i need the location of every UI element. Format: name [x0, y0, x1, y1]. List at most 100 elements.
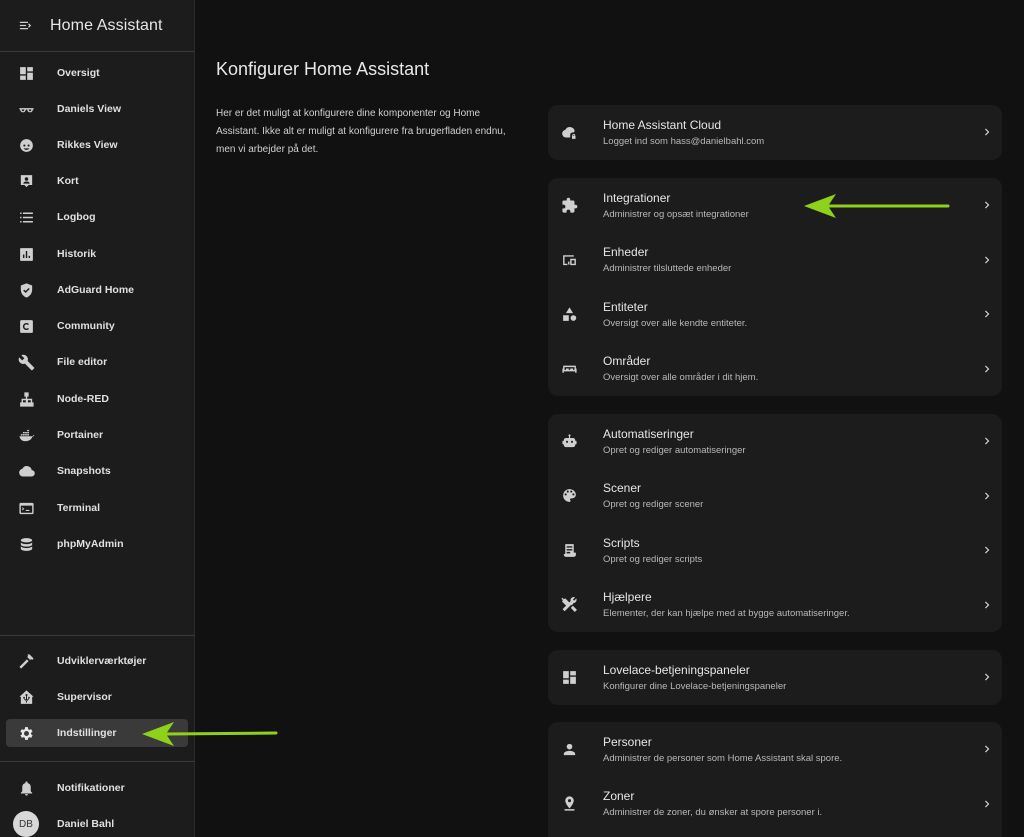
card-devices-services: Integrationer Administrer og opsæt integ…: [548, 178, 1002, 396]
sitemap-icon: [19, 391, 34, 407]
row-title: Zoner: [603, 789, 635, 804]
row-scener[interactable]: Scener Opret og rediger scener: [548, 469, 1002, 524]
card-cloud: Home Assistant Cloud Logget ind som hass…: [548, 105, 1002, 160]
card-persons-zones: Personer Administrer de personer som Hom…: [548, 722, 1002, 837]
row-automatiseringer[interactable]: Automatiseringer Opret og rediger automa…: [548, 414, 1002, 469]
row-home-assistant-cloud[interactable]: Home Assistant Cloud Logget ind som hass…: [548, 105, 1002, 160]
sidebar-item-label: Rikkes View: [57, 139, 118, 151]
chevron-right-icon: [985, 310, 990, 318]
card-lovelace: Lovelace-betjeningspaneler Konfigurer di…: [548, 650, 1002, 705]
wrench-icon: [18, 354, 34, 370]
sidebar-item-label: Logbog: [57, 211, 96, 223]
sidebar-item-portainer[interactable]: Portainer: [6, 421, 188, 449]
sidebar-item-label: Community: [57, 320, 115, 332]
chevron-right-icon: [985, 546, 990, 554]
page-title: Konfigurer Home Assistant: [216, 59, 430, 79]
account-icon: [563, 743, 576, 755]
sidebar-item-adguard-home[interactable]: AdGuard Home: [6, 276, 188, 304]
sidebar-item-label: Supervisor: [57, 691, 112, 703]
row-subtitle: Administrer tilsluttede enheder: [603, 263, 732, 275]
row-lovelace-dashboards[interactable]: Lovelace-betjeningspaneler Konfigurer di…: [548, 650, 1002, 705]
row-title: Scener: [603, 481, 642, 496]
chevron-right-icon: [985, 673, 990, 681]
console-icon: [18, 502, 34, 514]
row-title: Enheder: [603, 245, 649, 260]
row-subtitle: Opret og rediger scripts: [603, 553, 703, 565]
row-title: Automatiseringer: [603, 426, 694, 441]
script-icon: [563, 543, 576, 557]
sidebar-item-terminal[interactable]: Terminal: [6, 494, 188, 522]
chevron-right-icon: [985, 601, 990, 609]
row-hjaelpere[interactable]: Hjælpere Elementer, der kan hjælpe med a…: [548, 578, 1002, 633]
dashboard-icon: [19, 66, 33, 80]
row-title: Områder: [603, 354, 651, 369]
sidebar: Home Assistant Oversigt Daniels View Rik…: [0, 0, 195, 837]
sidebar-item-label: Daniels View: [57, 103, 122, 115]
hammer-icon: [18, 653, 34, 669]
row-omraader[interactable]: Områder Oversigt over alle områder i dit…: [548, 342, 1002, 397]
sidebar-item-settings[interactable]: Indstillinger: [6, 719, 188, 747]
sidebar-item-label: Oversigt: [57, 67, 100, 79]
cloud-lock-icon: [562, 126, 576, 139]
sidebar-item-label: Historik: [57, 248, 97, 260]
sofa-icon: [562, 365, 577, 373]
avatar: DB: [13, 811, 39, 837]
chevron-right-icon: [985, 745, 990, 753]
sidebar-item-kort[interactable]: Kort: [6, 167, 188, 195]
sidebar-item-label: File editor: [57, 356, 108, 368]
menu-open-icon: [19, 21, 31, 30]
database-icon: [20, 537, 32, 551]
sidebar-item-logbog[interactable]: Logbog: [6, 203, 188, 231]
sidebar-item-supervisor[interactable]: Supervisor: [6, 683, 188, 711]
sidebar-item-file-editor[interactable]: File editor: [6, 348, 188, 376]
row-zoner[interactable]: Zoner Administrer de zoner, du ønsker at…: [548, 777, 1002, 832]
row-enheder[interactable]: Enheder Administrer tilsluttede enheder: [548, 233, 1002, 288]
chevron-right-icon: [985, 128, 990, 136]
devices-icon: [563, 255, 576, 266]
sidebar-item-label: Snapshots: [57, 465, 111, 477]
row-subtitle: Konfigurer dine Lovelace-betjeningspanel…: [603, 680, 787, 692]
tools-icon: [561, 597, 577, 613]
row-subtitle: Administrer og opsæt integrationer: [603, 208, 749, 220]
sidebar-item-rikkes-view[interactable]: Rikkes View: [6, 131, 188, 159]
sidebar-item-historik[interactable]: Historik: [6, 240, 188, 268]
sidebar-item-node-red[interactable]: Node-RED: [6, 385, 188, 413]
sidebar-item-label: Indstillinger: [57, 727, 117, 739]
sidebar-item-notifications[interactable]: Notifikationer: [6, 774, 188, 802]
sidebar-item-label: Kort: [57, 175, 79, 187]
home-assistant-icon: [18, 689, 34, 704]
community-icon: [19, 319, 33, 333]
sidebar-item-label: Portainer: [57, 429, 104, 441]
sidebar-item-developer-tools[interactable]: Udviklerværktøjer: [6, 647, 188, 675]
row-personer[interactable]: Personer Administrer de personer som Hom…: [548, 722, 1002, 777]
sidebar-item-label: Node-RED: [57, 393, 109, 405]
row-scripts[interactable]: Scripts Opret og rediger scripts: [548, 523, 1002, 578]
row-entiteter[interactable]: Entiteter Oversigt over alle kendte enti…: [548, 287, 1002, 342]
sidebar-item-phpmyadmin[interactable]: phpMyAdmin: [6, 530, 188, 558]
list-icon: [19, 212, 33, 222]
chevron-right-icon: [985, 492, 990, 500]
sidebar-item-daniels-view[interactable]: Daniels View: [6, 95, 188, 123]
row-title: Lovelace-betjeningspaneler: [603, 662, 750, 677]
shield-check-icon: [20, 282, 32, 298]
sidebar-divider: [0, 635, 195, 636]
sidebar-item-oversigt[interactable]: Oversigt: [6, 59, 188, 87]
robot-icon: [562, 434, 577, 447]
row-title: Entiteter: [603, 299, 648, 314]
sidebar-item-profile[interactable]: DB Daniel Bahl: [6, 810, 188, 837]
menu-toggle-button[interactable]: [0, 0, 50, 52]
sidebar-header: Home Assistant: [0, 0, 194, 52]
row-subtitle: Logget ind som hass@danielbahl.com: [603, 135, 765, 147]
row-subtitle: Opret og rediger automatiseringer: [603, 444, 746, 456]
chevron-right-icon: [985, 800, 990, 808]
row-integrationer[interactable]: Integrationer Administrer og opsæt integ…: [548, 178, 1002, 233]
sidebar-item-community[interactable]: Community: [6, 312, 188, 340]
chevron-right-icon: [985, 256, 990, 264]
intro-text: Her er det muligt at konfigurere dine ko…: [216, 108, 506, 155]
sidebar-item-label: phpMyAdmin: [57, 538, 124, 550]
sidebar-item-snapshots[interactable]: Snapshots: [6, 457, 188, 485]
gear-icon: [19, 726, 33, 740]
sidebar-item-label: Udviklerværktøjer: [57, 655, 147, 667]
card-automation: Automatiseringer Opret og rediger automa…: [548, 414, 1002, 632]
chart-box-icon: [19, 247, 33, 261]
